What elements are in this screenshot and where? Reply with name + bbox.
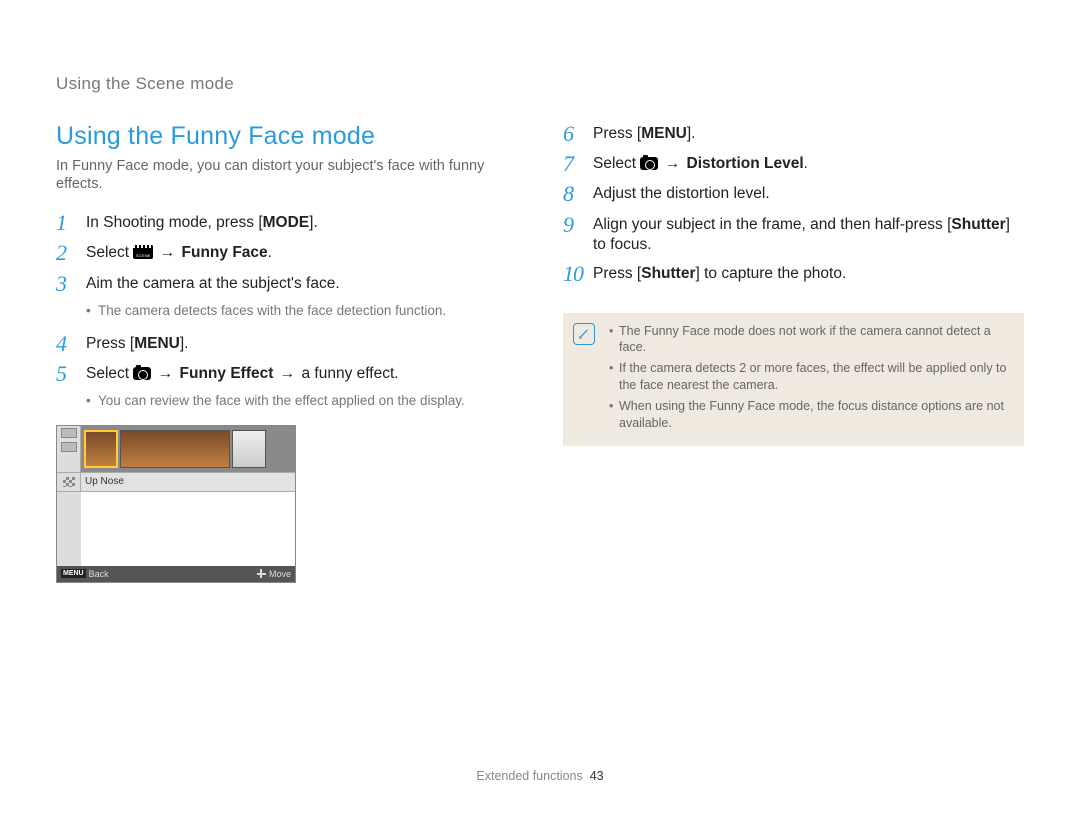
shutter-label: Shutter — [951, 216, 1005, 233]
camera-icon — [133, 367, 151, 380]
left-column: Using the Funny Face mode In Funny Face … — [56, 122, 517, 583]
footer-section: Extended functions — [476, 769, 582, 783]
running-head: Using the Scene mode — [56, 74, 1024, 94]
menu-button-label: MENU — [641, 125, 687, 142]
step-number: 3 — [56, 272, 86, 296]
step-body: Select → Distortion Level. — [593, 152, 808, 175]
camera-icon — [640, 157, 658, 170]
step-8: 8 Adjust the distortion level. — [563, 182, 1024, 206]
camera-side-icons — [57, 426, 81, 472]
menu-button-label: MENU — [134, 335, 180, 352]
step-2: 2 Select → Funny Face. — [56, 241, 517, 265]
step-number: 5 — [56, 362, 86, 386]
arrow-icon: → — [663, 155, 683, 172]
shutter-label: Shutter — [641, 265, 695, 282]
arrow-icon: → — [158, 244, 178, 261]
step-5-note: You can review the face with the effect … — [56, 392, 517, 410]
step-7: 7 Select → Distortion Level. — [563, 152, 1024, 176]
step-4: 4 Press [MENU]. — [56, 332, 517, 356]
side-icon — [61, 428, 77, 438]
arrow-icon: → — [156, 365, 176, 382]
two-column-layout: Using the Funny Face mode In Funny Face … — [56, 122, 1024, 583]
note-item: The Funny Face mode does not work if the… — [609, 323, 1010, 357]
step-6: 6 Press [MENU]. — [563, 122, 1024, 146]
effect-thumb — [120, 430, 230, 468]
section-title: Using the Funny Face mode — [56, 122, 517, 151]
step-body: Align your subject in the frame, and the… — [593, 213, 1024, 257]
note-item: When using the Funny Face mode, the focu… — [609, 398, 1010, 432]
step-body: Select → Funny Face. — [86, 241, 272, 264]
checker-icon — [63, 477, 75, 487]
step-3: 3 Aim the camera at the subject's face. — [56, 272, 517, 296]
arrow-icon: → — [278, 365, 298, 382]
funny-face-label: Funny Face — [182, 244, 268, 261]
camera-screen-illustration: Up Nose MENU Back Move — [56, 425, 296, 583]
camera-footer: MENU Back Move — [57, 566, 295, 582]
step-number: 4 — [56, 332, 86, 356]
effect-thumb-selected — [84, 430, 118, 468]
menu-tag: MENU — [61, 569, 86, 578]
effect-thumbnail-strip — [81, 426, 295, 472]
back-label: Back — [89, 569, 109, 579]
step-body: Press [Shutter] to capture the photo. — [593, 262, 846, 285]
mode-button-label: MODE — [263, 214, 310, 231]
move-label: Move — [269, 569, 291, 579]
effect-thumb-face — [232, 430, 266, 468]
right-column: 6 Press [MENU]. 7 Select → Distortion Le… — [563, 122, 1024, 583]
step-body: Press [MENU]. — [86, 332, 189, 355]
step-number: 9 — [563, 213, 593, 237]
page-number: 43 — [590, 769, 604, 783]
dpad-icon — [257, 569, 266, 578]
step-5: 5 Select → Funny Effect → a funny effect… — [56, 362, 517, 386]
step-number: 7 — [563, 152, 593, 176]
step-number: 2 — [56, 241, 86, 265]
step-9: 9 Align your subject in the frame, and t… — [563, 213, 1024, 257]
step-3-note: The camera detects faces with the face d… — [56, 302, 517, 320]
page-footer: Extended functions 43 — [0, 769, 1080, 783]
step-10: 10 Press [Shutter] to capture the photo. — [563, 262, 1024, 286]
effect-name-label: Up Nose — [81, 476, 124, 487]
note-item: If the camera detects 2 or more faces, t… — [609, 360, 1010, 394]
step-number: 8 — [563, 182, 593, 206]
step-number: 1 — [56, 211, 86, 235]
intro-text: In Funny Face mode, you can distort your… — [56, 157, 517, 193]
step-body: Press [MENU]. — [593, 122, 696, 145]
step-body: Aim the camera at the subject's face. — [86, 272, 340, 295]
step-body: Select → Funny Effect → a funny effect. — [86, 362, 399, 385]
note-list: The Funny Face mode does not work if the… — [609, 323, 1010, 432]
step-body: Adjust the distortion level. — [593, 182, 770, 205]
note-box: The Funny Face mode does not work if the… — [563, 313, 1024, 446]
camera-preview-area — [57, 492, 295, 566]
note-icon — [573, 323, 595, 345]
distortion-level-label: Distortion Level — [687, 155, 804, 172]
step-number: 6 — [563, 122, 593, 146]
step-number: 10 — [563, 262, 593, 286]
side-icon — [61, 442, 77, 452]
step-1: 1 In Shooting mode, press [MODE]. — [56, 211, 517, 235]
funny-effect-label: Funny Effect — [180, 365, 274, 382]
step-body: In Shooting mode, press [MODE]. — [86, 211, 318, 234]
manual-page: Using the Scene mode Using the Funny Fac… — [0, 0, 1080, 583]
scene-icon — [133, 245, 153, 259]
